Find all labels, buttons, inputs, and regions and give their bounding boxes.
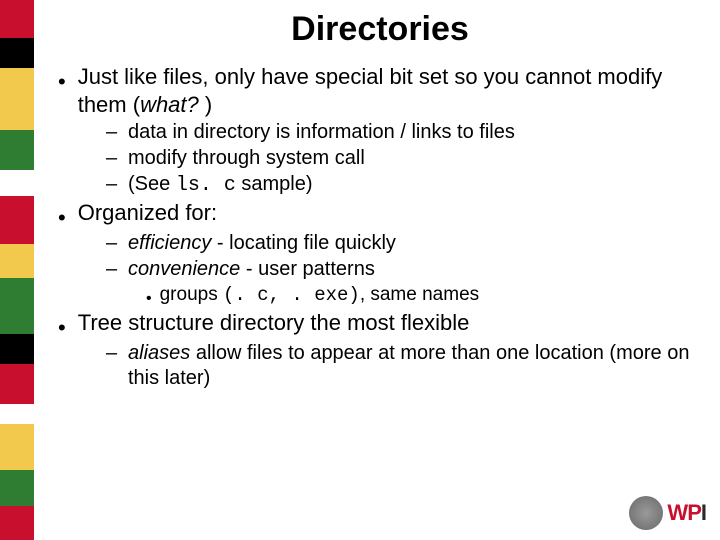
bullet-text: Tree structure directory the most flexib… (78, 309, 690, 337)
sub-item: – aliases allow files to appear at more … (106, 341, 690, 391)
bullet-text: Organized for: (78, 199, 690, 227)
wpi-logo: WPI (629, 496, 706, 530)
dash-marker: – (106, 146, 118, 171)
bullet-item: • Organized for: (58, 199, 690, 229)
sub-text: modify through system call (128, 146, 690, 171)
subsub-text: groups (. c, . exe), same names (160, 283, 480, 308)
dash-marker: – (106, 172, 118, 197)
sub-item: – data in directory is information / lin… (106, 120, 690, 145)
sub-text: convenience - user patterns (128, 257, 690, 282)
bullet-marker: • (58, 207, 66, 229)
bullet-marker: • (58, 317, 66, 339)
sub-item: – modify through system call (106, 146, 690, 171)
bullet-marker: • (146, 289, 152, 309)
bullet-item: • Tree structure directory the most flex… (58, 309, 690, 339)
sub-item: – efficiency - locating file quickly (106, 231, 690, 256)
slide-title: Directories (40, 0, 720, 63)
dash-marker: – (106, 341, 118, 366)
bullet-marker: • (58, 71, 66, 93)
sub-item: – convenience - user patterns (106, 257, 690, 282)
sub-item: – (See ls. c sample) (106, 172, 690, 198)
dash-marker: – (106, 257, 118, 282)
dash-marker: – (106, 231, 118, 256)
dash-marker: – (106, 120, 118, 145)
decorative-stripe (0, 0, 34, 540)
sub-text: efficiency - locating file quickly (128, 231, 690, 256)
subsub-item: • groups (. c, . exe), same names (146, 283, 690, 309)
seal-icon (629, 496, 663, 530)
slide-body: • Just like files, only have special bit… (58, 63, 690, 391)
sub-text: aliases allow files to appear at more th… (128, 341, 690, 391)
sub-text: (See ls. c sample) (128, 172, 690, 198)
sub-text: data in directory is information / links… (128, 120, 690, 145)
bullet-item: • Just like files, only have special bit… (58, 63, 690, 118)
logo-text: WPI (667, 500, 706, 526)
bullet-text: Just like files, only have special bit s… (78, 63, 690, 118)
